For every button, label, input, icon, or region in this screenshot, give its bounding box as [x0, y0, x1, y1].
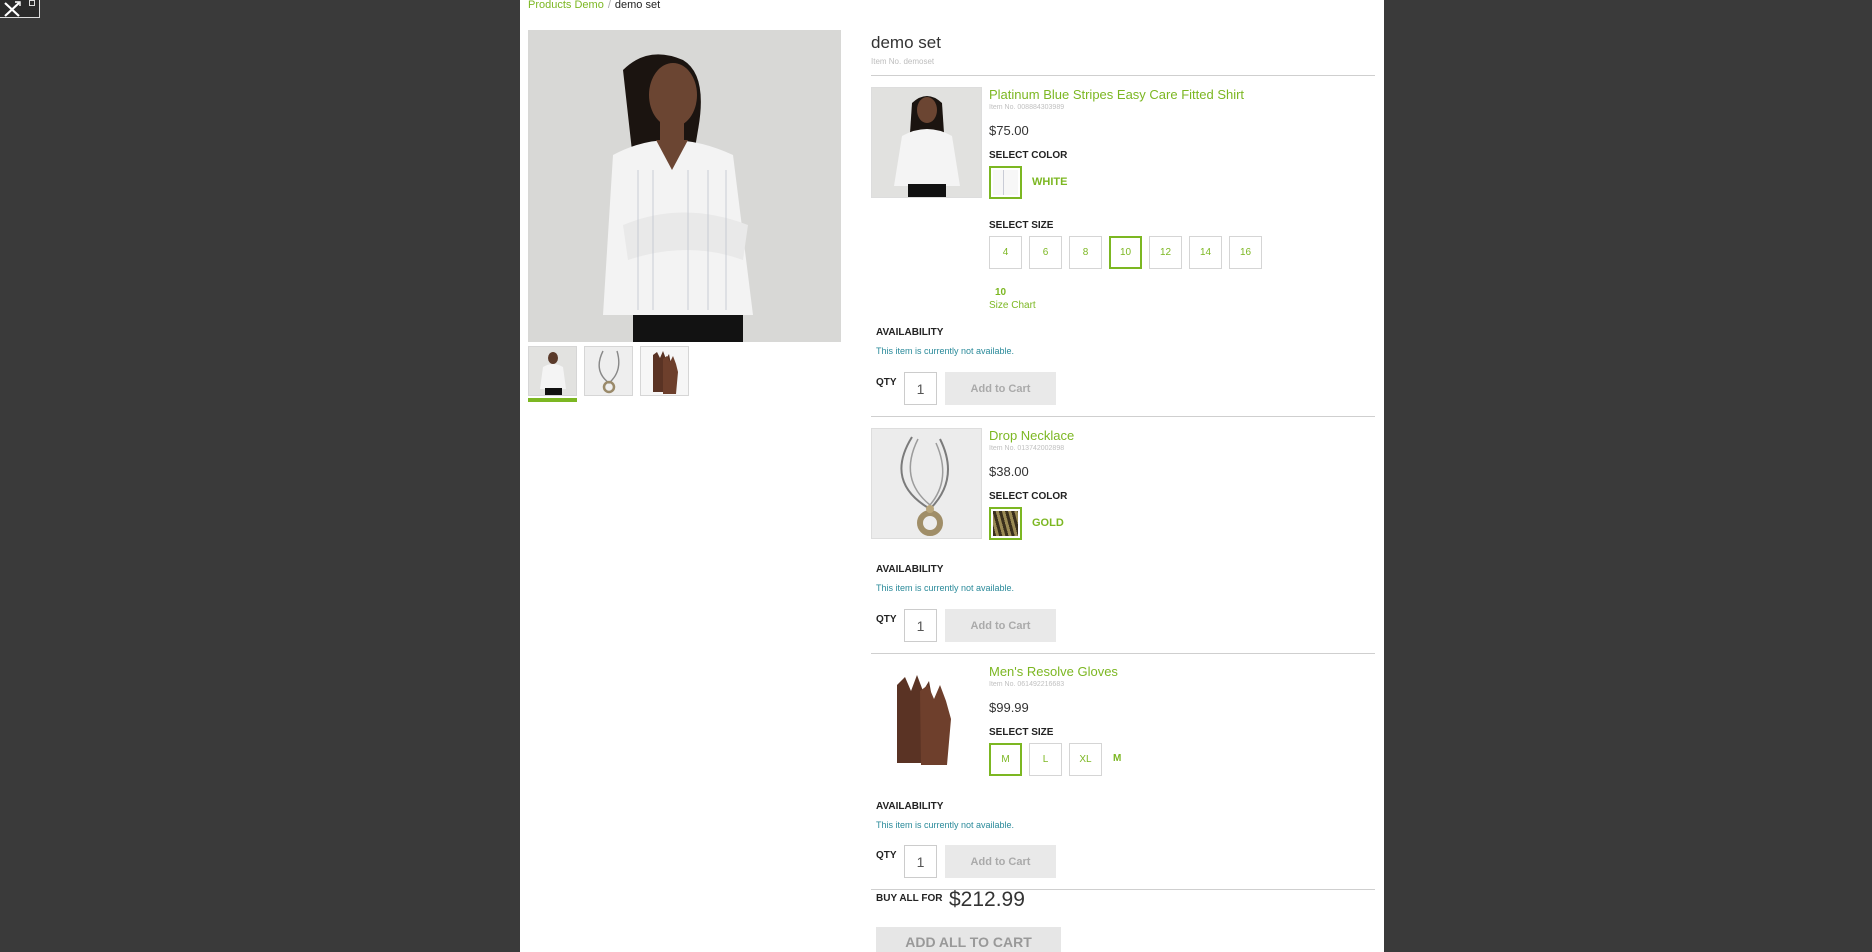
select-size-label: SELECT SIZE [989, 220, 1054, 231]
size-option-selected[interactable]: 10 [1109, 236, 1142, 269]
select-color-label: SELECT COLOR [989, 150, 1068, 161]
size-option[interactable]: 8 [1069, 236, 1102, 269]
color-swatch-gold[interactable] [989, 507, 1022, 540]
size-option[interactable]: 6 [1029, 236, 1062, 269]
necklace-image[interactable] [871, 428, 982, 539]
product-set-page: Products Demo / demo set demo set Item N… [520, 0, 1384, 952]
size-option-selected[interactable]: M [989, 743, 1022, 776]
qty-input[interactable]: 1 [904, 845, 937, 878]
product-price: $38.00 [989, 464, 1029, 479]
active-thumbnail-indicator [528, 398, 577, 402]
selected-size-value: M [1113, 753, 1122, 764]
qty-label: QTY [876, 614, 897, 625]
set-item-number: Item No. demoset [871, 57, 935, 66]
size-option[interactable]: 4 [989, 236, 1022, 269]
qty-input[interactable]: 1 [904, 609, 937, 642]
add-to-cart-button[interactable]: Add to Cart [945, 372, 1056, 405]
breadcrumb: Products Demo / demo set [528, 0, 660, 11]
size-options: M L XL [989, 743, 1102, 776]
product-price: $75.00 [989, 123, 1029, 138]
divider [871, 653, 1375, 654]
qty-input[interactable]: 1 [904, 372, 937, 405]
product-item-number: Item No. 061492216683 [989, 681, 1065, 688]
availability-status: This item is currently not available. [876, 346, 1015, 356]
selected-color-name: WHITE [1032, 176, 1068, 188]
availability-label: AVAILABILITY [876, 327, 944, 338]
set-title: demo set [871, 33, 941, 52]
size-option[interactable]: L [1029, 743, 1062, 776]
selected-color-name: GOLD [1032, 517, 1064, 529]
availability-label: AVAILABILITY [876, 564, 944, 575]
size-chart-link[interactable]: Size Chart [989, 300, 1036, 311]
product-price: $99.99 [989, 700, 1029, 715]
breadcrumb-current: demo set [614, 0, 661, 11]
buy-all-price: $212.99 [949, 888, 1025, 911]
add-all-to-cart-button[interactable]: ADD ALL TO CART [876, 927, 1061, 952]
color-swatch-white[interactable] [989, 166, 1022, 199]
thumbnail-necklace[interactable] [584, 346, 633, 396]
main-product-image[interactable] [528, 30, 841, 342]
availability-status: This item is currently not available. [876, 820, 1015, 830]
selected-size-value: 10 [995, 287, 1007, 298]
product-item-number: Item No. 008884303989 [989, 104, 1065, 111]
size-option[interactable]: 14 [1189, 236, 1222, 269]
thumbnail-strip [528, 346, 689, 402]
availability-label: AVAILABILITY [876, 801, 944, 812]
qty-label: QTY [876, 377, 897, 388]
divider [871, 416, 1375, 417]
size-option[interactable]: 12 [1149, 236, 1182, 269]
restore-icon[interactable] [29, 0, 35, 6]
thumbnail-gloves[interactable] [640, 346, 689, 396]
product-name-link[interactable]: Drop Necklace [989, 428, 1074, 443]
select-color-label: SELECT COLOR [989, 491, 1068, 502]
shirt-image[interactable] [871, 87, 982, 198]
breadcrumb-separator: / [607, 0, 611, 11]
buy-all-label: BUY ALL FOR [876, 893, 943, 904]
breadcrumb-link-products-demo[interactable]: Products Demo [528, 0, 604, 11]
divider [871, 889, 1375, 890]
product-name-link[interactable]: Platinum Blue Stripes Easy Care Fitted S… [989, 87, 1244, 102]
thumbnail-shirt[interactable] [528, 346, 577, 396]
size-option[interactable]: 16 [1229, 236, 1262, 269]
select-size-label: SELECT SIZE [989, 727, 1054, 738]
qty-label: QTY [876, 850, 897, 861]
add-to-cart-button[interactable]: Add to Cart [945, 609, 1056, 642]
product-item-number: Item No. 013742002898 [989, 445, 1065, 452]
product-name-link[interactable]: Men's Resolve Gloves [989, 664, 1118, 679]
availability-status: This item is currently not available. [876, 583, 1015, 593]
close-tools-icon [4, 1, 21, 17]
size-option[interactable]: XL [1069, 743, 1102, 776]
close-overlay-button[interactable] [0, 0, 40, 18]
size-options: 4 6 8 10 12 14 16 [989, 236, 1262, 269]
divider [871, 75, 1375, 76]
add-to-cart-button[interactable]: Add to Cart [945, 845, 1056, 878]
gloves-image[interactable] [871, 664, 982, 775]
